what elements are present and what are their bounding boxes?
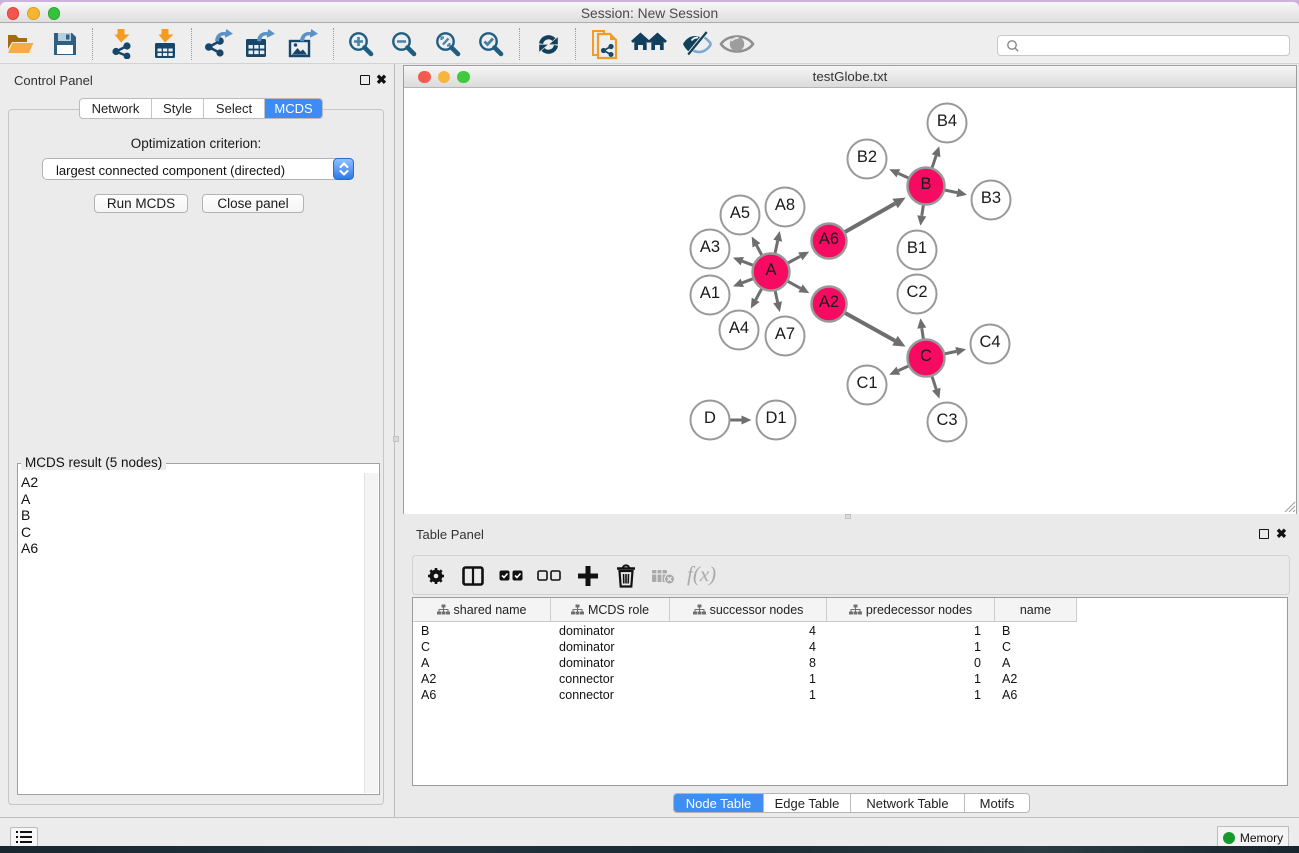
- svg-text:C1: C1: [856, 374, 877, 392]
- svg-text:C2: C2: [906, 283, 927, 301]
- svg-text:A4: A4: [729, 319, 749, 337]
- svg-text:B1: B1: [907, 239, 927, 257]
- svg-text:A8: A8: [775, 196, 795, 214]
- svg-text:A6: A6: [819, 230, 839, 248]
- svg-text:B: B: [920, 175, 931, 193]
- svg-text:C4: C4: [979, 333, 1000, 351]
- svg-text:A: A: [765, 261, 776, 279]
- svg-text:D: D: [704, 409, 716, 427]
- svg-text:A7: A7: [775, 325, 795, 343]
- svg-text:B4: B4: [937, 112, 957, 130]
- svg-text:C: C: [920, 347, 932, 365]
- svg-text:A3: A3: [700, 238, 720, 256]
- svg-text:C3: C3: [936, 411, 957, 429]
- svg-text:A2: A2: [819, 293, 839, 311]
- svg-text:B3: B3: [981, 189, 1001, 207]
- svg-text:A5: A5: [730, 204, 750, 222]
- svg-text:B2: B2: [857, 148, 877, 166]
- svg-text:D1: D1: [765, 409, 786, 427]
- svg-text:A1: A1: [700, 284, 720, 302]
